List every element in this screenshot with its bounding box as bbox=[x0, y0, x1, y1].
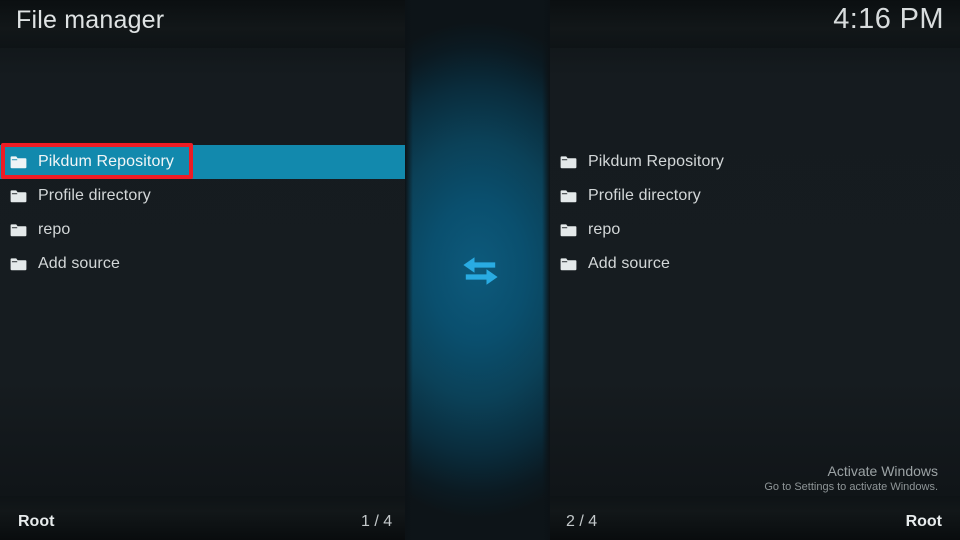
left-panel-item-count: 1 / 4 bbox=[361, 513, 393, 530]
swap-horizontal-arrows-icon[interactable] bbox=[462, 256, 499, 286]
list-item[interactable]: Profile directory bbox=[0, 179, 405, 213]
right-panel-path: Root bbox=[905, 513, 942, 530]
list-item-label: Add source bbox=[588, 255, 670, 272]
footer-right-background bbox=[550, 496, 960, 540]
list-item-label: Pikdum Repository bbox=[38, 153, 174, 170]
folder-icon bbox=[560, 189, 577, 203]
clock: 4:16 PM bbox=[833, 3, 944, 35]
folder-icon bbox=[10, 257, 27, 271]
page-title: File manager bbox=[16, 6, 165, 34]
right-file-list[interactable]: Pikdum Repository Profile directory repo Ad… bbox=[550, 145, 960, 281]
folder-icon bbox=[10, 223, 27, 237]
list-item-label: Pikdum Repository bbox=[588, 153, 724, 170]
right-panel-item-count: 2 / 4 bbox=[566, 513, 598, 530]
list-item[interactable]: Add source bbox=[550, 247, 960, 281]
folder-icon bbox=[560, 155, 577, 169]
list-item[interactable]: repo bbox=[0, 213, 405, 247]
list-item[interactable]: repo bbox=[550, 213, 960, 247]
left-panel-path: Root bbox=[18, 513, 55, 530]
folder-icon bbox=[10, 155, 27, 169]
kodi-file-manager-window: File manager 4:16 PM Pikdum Repository Pr… bbox=[0, 0, 960, 540]
list-item-label: repo bbox=[38, 221, 71, 238]
list-item[interactable]: Add source bbox=[0, 247, 405, 281]
list-item[interactable]: Pikdum Repository bbox=[0, 145, 405, 179]
header-bar: File manager 4:16 PM bbox=[0, 0, 960, 48]
footer-bar: Root 1 / 4 2 / 4 Root bbox=[0, 496, 960, 540]
list-item[interactable]: Pikdum Repository bbox=[550, 145, 960, 179]
folder-icon bbox=[560, 223, 577, 237]
list-item-label: Add source bbox=[38, 255, 120, 272]
folder-icon bbox=[10, 189, 27, 203]
list-item[interactable]: Profile directory bbox=[550, 179, 960, 213]
list-item-label: Profile directory bbox=[588, 187, 701, 204]
left-file-list[interactable]: Pikdum Repository Profile directory repo Ad… bbox=[0, 145, 405, 281]
footer-left-background bbox=[0, 496, 405, 540]
folder-icon bbox=[560, 257, 577, 271]
list-item-label: repo bbox=[588, 221, 621, 238]
list-item-label: Profile directory bbox=[38, 187, 151, 204]
